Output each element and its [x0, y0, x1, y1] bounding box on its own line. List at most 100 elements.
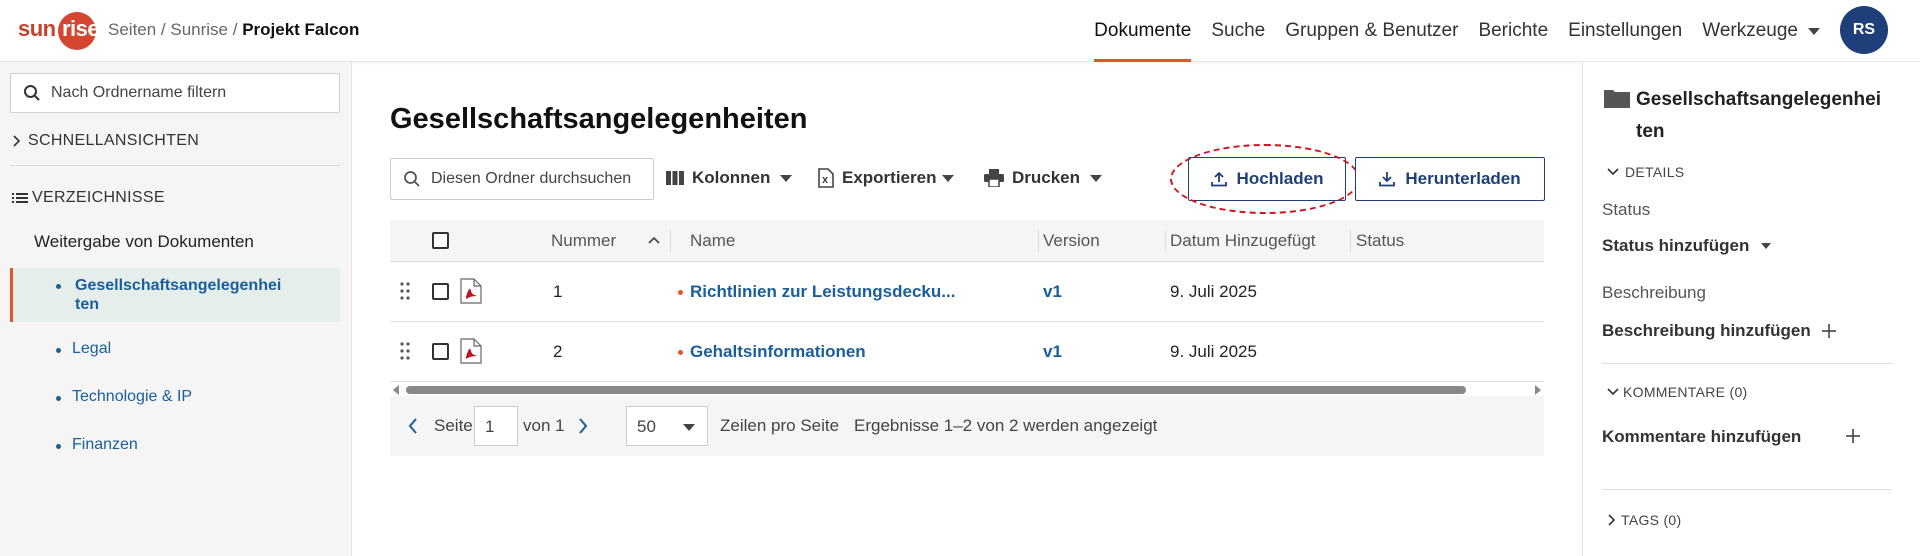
drag-handle-icon[interactable]: [400, 342, 410, 360]
row-version[interactable]: v1: [1043, 342, 1062, 362]
page-of-label: von 1: [523, 416, 565, 435]
comments-toggle[interactable]: KOMMENTARE (0): [1607, 384, 1748, 400]
download-button[interactable]: Herunterladen: [1355, 157, 1545, 201]
pdf-icon: [460, 338, 482, 364]
chevron-down-icon: [1607, 168, 1619, 176]
rows-per-page-select[interactable]: 50: [626, 406, 708, 446]
sidebar-item-finanzen[interactable]: Finanzen: [10, 436, 340, 454]
folder-filter-input[interactable]: [51, 84, 321, 102]
column-separator: [1038, 230, 1039, 252]
row-name[interactable]: Richtlinien zur Leistungsdecku...: [678, 282, 955, 302]
logo-text-left: sun: [18, 16, 56, 41]
column-separator: [670, 230, 671, 252]
horizontal-scrollbar[interactable]: [390, 382, 1544, 396]
row-checkbox[interactable]: [432, 343, 449, 360]
nav-documents[interactable]: Dokumente: [1084, 0, 1201, 62]
comments-label: KOMMENTARE (0): [1623, 384, 1748, 400]
upload-icon: [1210, 171, 1227, 187]
nav-settings[interactable]: Einstellungen: [1558, 0, 1692, 62]
breadcrumb-prefix[interactable]: Seiten / Sunrise /: [108, 20, 242, 39]
row-version[interactable]: v1: [1043, 282, 1062, 302]
add-status-button[interactable]: Status hinzufügen: [1602, 236, 1772, 256]
drag-handle-icon[interactable]: [400, 282, 410, 300]
scroll-left-icon[interactable]: [392, 385, 400, 395]
main-nav: Dokumente Suche Gruppen & Benutzer Beric…: [1084, 0, 1830, 62]
previous-page-icon[interactable]: [408, 418, 418, 434]
page-title: Gesellschaftsangelegenheiten: [390, 103, 808, 135]
quick-views-toggle[interactable]: SCHNELLANSICHTEN: [12, 132, 199, 150]
export-label: Exportieren: [842, 168, 937, 187]
nav-tools[interactable]: Werkzeuge: [1692, 0, 1830, 62]
page-input[interactable]: 1: [474, 406, 518, 446]
sidebar-subheading[interactable]: Weitergabe von Dokumenten: [34, 232, 254, 252]
header-number[interactable]: Nummer: [551, 231, 616, 251]
directories-label: VERZEICHNISSE: [32, 189, 165, 206]
folder-search-input[interactable]: [431, 170, 641, 188]
nav-search[interactable]: Suche: [1201, 0, 1275, 62]
scrollbar-thumb[interactable]: [406, 386, 1466, 394]
download-icon: [1379, 172, 1396, 187]
header-version[interactable]: Version: [1043, 231, 1100, 251]
download-label: Herunterladen: [1405, 169, 1521, 188]
upload-button[interactable]: Hochladen: [1188, 157, 1346, 201]
pagination: Seite 1 von 1 50 Zeilen pro Seite Ergebn…: [390, 396, 1544, 456]
chevron-right-icon: [1608, 514, 1615, 526]
columns-button[interactable]: Kolonnen: [666, 168, 793, 188]
nav-tools-label: Werkzeuge: [1702, 20, 1798, 41]
chevron-down-icon: [1808, 27, 1820, 35]
table-header: Nummer Name Version Datum Hinzugefügt St…: [390, 220, 1544, 262]
user-avatar[interactable]: RS: [1840, 6, 1888, 54]
printer-icon: [984, 169, 1004, 187]
status-dot: [678, 350, 683, 356]
row-name-link[interactable]: Richtlinien zur Leistungsdecku...: [690, 282, 955, 301]
sidebar-item-legal[interactable]: Legal: [10, 340, 340, 358]
plus-icon[interactable]: [1845, 428, 1861, 444]
panel-divider: [1602, 363, 1892, 364]
chevron-down-icon: [1090, 174, 1103, 182]
add-comment-button[interactable]: Kommentare hinzufügen: [1602, 427, 1801, 447]
nav-reports[interactable]: Berichte: [1468, 0, 1558, 62]
tags-label: TAGS (0): [1621, 512, 1682, 528]
directories-heading[interactable]: VERZEICHNISSE: [12, 189, 165, 207]
table-row[interactable]: 2 Gehaltsinformationen v1 9. Juli 2025: [390, 322, 1544, 382]
logo-text-right: rise: [62, 16, 100, 41]
column-separator: [1350, 230, 1351, 252]
row-checkbox[interactable]: [432, 283, 449, 300]
details-label: DETAILS: [1625, 164, 1685, 180]
details-toggle[interactable]: DETAILS: [1607, 164, 1684, 180]
chevron-down-icon: [942, 174, 955, 182]
breadcrumb-current: Projekt Falcon: [242, 20, 360, 39]
header-status[interactable]: Status: [1356, 231, 1404, 251]
sort-ascending-icon[interactable]: [648, 236, 660, 244]
header-date-added[interactable]: Datum Hinzugefügt: [1170, 231, 1316, 251]
chevron-right-icon: [13, 135, 21, 147]
svg-text:X: X: [822, 176, 829, 185]
tags-toggle[interactable]: TAGS (0): [1607, 512, 1681, 528]
columns-label: Kolonnen: [692, 168, 771, 187]
top-header: sun rise Seiten / Sunrise / Projekt Falc…: [0, 0, 1920, 62]
panel-title-line2: ten: [1636, 121, 1665, 142]
sidebar-item-gesellschaftsangelegenheiten[interactable]: Gesellschaftsangelegenhei ten: [10, 268, 340, 322]
print-button[interactable]: Drucken: [984, 168, 1103, 188]
next-page-icon[interactable]: [578, 418, 588, 434]
select-all-checkbox[interactable]: [432, 232, 449, 249]
add-status-label: Status hinzufügen: [1602, 236, 1750, 255]
header-name[interactable]: Name: [690, 231, 735, 251]
chevron-down-icon: [1607, 388, 1619, 396]
nav-groups-users[interactable]: Gruppen & Benutzer: [1275, 0, 1468, 62]
main-content: Gesellschaftsangelegenheiten Kolonnen X …: [352, 62, 1582, 556]
status-dot: [678, 290, 683, 296]
panel-title-line1: Gesellschaftsangelegenhei: [1636, 89, 1881, 110]
scroll-right-icon[interactable]: [1534, 385, 1542, 395]
folder-search[interactable]: [390, 158, 654, 200]
row-name-link[interactable]: Gehaltsinformationen: [690, 342, 866, 361]
add-description-button[interactable]: Beschreibung hinzufügen: [1602, 321, 1837, 341]
print-label: Drucken: [1012, 168, 1081, 187]
sidebar-item-technologie[interactable]: Technologie & IP: [10, 388, 340, 406]
row-name[interactable]: Gehaltsinformationen: [678, 342, 866, 362]
export-button[interactable]: X Exportieren: [818, 168, 955, 188]
table-row[interactable]: 1 Richtlinien zur Leistungsdecku... v1 9…: [390, 262, 1544, 322]
sunrise-logo[interactable]: sun rise: [18, 8, 100, 50]
pdf-icon: [460, 278, 482, 304]
folder-filter[interactable]: [10, 73, 340, 113]
